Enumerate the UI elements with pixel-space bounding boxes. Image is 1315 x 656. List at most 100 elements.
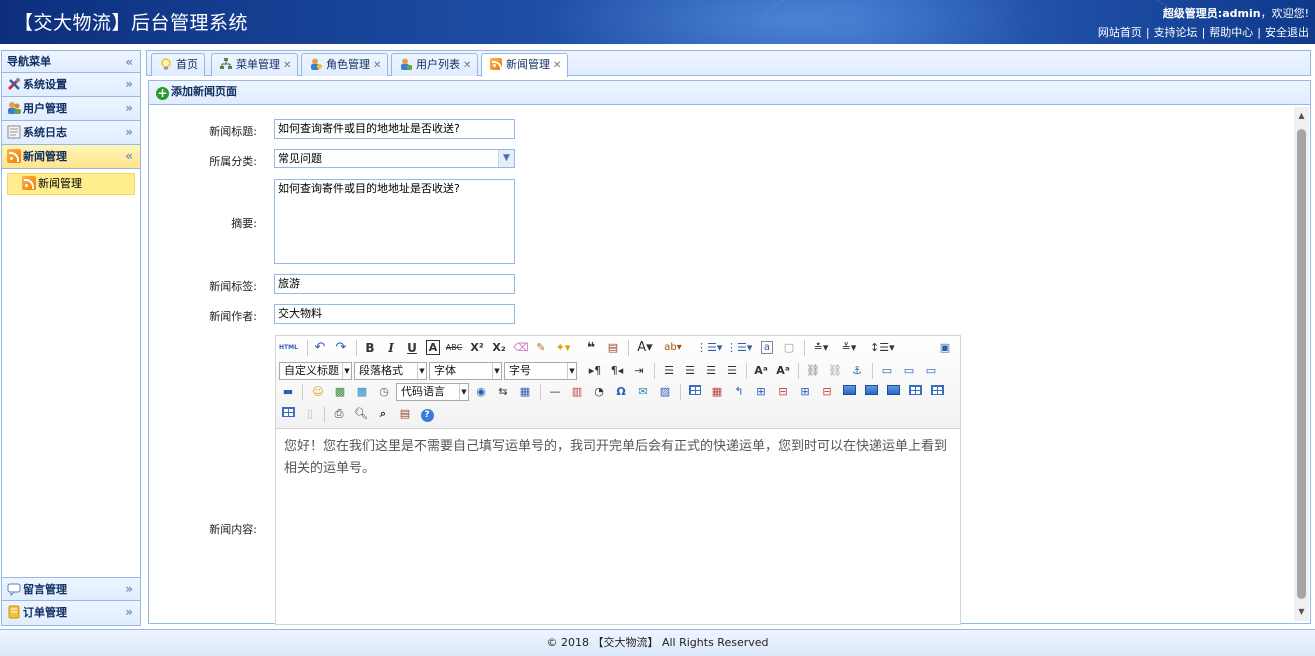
anchor-icon[interactable]: ⚓ [848,362,866,380]
highlight-color-icon[interactable]: ab▾ [664,339,682,357]
insert-row-icon[interactable]: ⊞ [752,383,770,401]
image-float-none-icon[interactable]: ▭ [878,362,896,380]
subscript-icon[interactable]: X₂ [490,339,508,357]
to-uppercase-icon[interactable]: Aᵃ [752,362,770,380]
ordered-list-icon[interactable]: ⋮☰▾ [696,339,722,357]
simple-upload-icon[interactable]: ▩ [331,383,349,401]
image-float-right-icon[interactable]: ▭ [922,362,940,380]
charts-icon[interactable]: ▯ [301,405,319,423]
scroll-down-icon[interactable]: ▼ [1294,605,1309,619]
category-select[interactable]: 常见问题 ▼ [274,149,515,168]
align-center-icon[interactable]: ☰ [681,362,699,380]
news-author-input[interactable]: 交大物料 [274,304,515,324]
merge-cells-icon[interactable] [840,383,858,401]
insert-frame-icon[interactable]: ◉ [472,383,490,401]
format-brush-icon[interactable]: ✎ [532,339,550,357]
insert-image-icon[interactable]: ▩ [353,383,371,401]
sidebar-group-orders[interactable]: 订单管理 » [2,601,140,625]
sidebar-group-system-log[interactable]: 系统日志 » [2,121,140,145]
word-image-icon[interactable]: ▨ [656,383,674,401]
search-replace-icon[interactable]: ⌕ [374,405,392,423]
summary-textarea[interactable]: 如何查询寄件或目的地地址是否收送? [274,179,515,264]
underline-icon[interactable]: U [403,339,421,357]
clear-doc-icon[interactable]: ▢ [780,339,798,357]
image-center-icon[interactable]: ▬ [279,383,297,401]
row-spacing-top-icon[interactable]: ≛▾ [812,339,830,357]
chevron-down-icon[interactable]: ▼ [498,150,514,167]
image-float-left-icon[interactable]: ▭ [900,362,918,380]
link-logout[interactable]: 安全退出 [1265,26,1309,39]
tab-home[interactable]: 首页 [151,53,205,76]
time-icon[interactable]: ◔ [590,383,608,401]
align-right-icon[interactable]: ☰ [702,362,720,380]
blockquote-icon[interactable]: ❝ [582,339,600,357]
link-site-home[interactable]: 网站首页 [1098,26,1142,39]
split-to-rows-icon[interactable] [928,383,946,401]
help-icon[interactable]: ? [418,405,436,423]
sidebar-group-messages[interactable]: 留言管理 » [2,577,140,601]
to-lowercase-icon[interactable]: Aᵃ [774,362,792,380]
merge-right-icon[interactable] [862,383,880,401]
ltr-direction-icon[interactable]: ▸¶ [586,362,604,380]
auto-format-icon[interactable]: ✦▾ [554,339,572,357]
close-tab-icon[interactable]: ✕ [283,60,291,71]
news-tags-input[interactable]: 旅游 [274,274,515,294]
close-tab-icon[interactable]: ✕ [373,60,381,71]
code-language-select[interactable]: 代码语言 ▼ [396,383,469,401]
split-to-cols-icon[interactable] [279,405,297,423]
indent-icon[interactable]: ⇥ [630,362,648,380]
delete-row-icon[interactable]: ⊟ [774,383,792,401]
font-size-select[interactable]: 字号 ▼ [504,362,577,380]
collapse-sidebar-icon[interactable]: « [125,51,133,73]
panel-scrollbar[interactable]: ▲ ▼ [1294,107,1309,621]
font-family-select[interactable]: 字体 ▼ [429,362,502,380]
emoticon-icon[interactable]: ☺ [309,383,327,401]
paste-plain-icon[interactable]: ▤ [604,339,622,357]
split-to-cells-icon[interactable] [906,383,924,401]
insert-table-icon[interactable] [686,383,704,401]
align-justify-icon[interactable]: ☰ [723,362,741,380]
font-border-icon[interactable]: A [424,339,442,357]
superscript-icon[interactable]: X² [468,339,486,357]
delete-table-icon[interactable]: ▦ [708,383,726,401]
print-icon[interactable]: ⎙ [330,405,348,423]
insert-paragraph-before-table-icon[interactable]: ↰ [730,383,748,401]
sidebar-group-user-management[interactable]: 用户管理 » [2,97,140,121]
drafts-icon[interactable]: ▤ [396,405,414,423]
horizontal-rule-icon[interactable]: — [546,383,564,401]
unlink-icon[interactable]: ⛓ [826,362,844,380]
date-icon[interactable]: ▥ [568,383,586,401]
sidebar-group-system-settings[interactable]: 系统设置 » [2,73,140,97]
bold-icon[interactable]: B [361,339,379,357]
special-chars-icon[interactable]: Ω [612,383,630,401]
row-spacing-bottom-icon[interactable]: ≚▾ [840,339,858,357]
editor-content[interactable]: 您好！您在我们这里是不需要自己填写运单号的，我司开完单后会有正式的快递运单，您到… [284,436,954,480]
merge-down-icon[interactable] [884,383,902,401]
html-source-button[interactable]: HTML [279,339,298,357]
tab-user-list[interactable]: 用户列表 ✕ [391,53,479,76]
link-help-center[interactable]: 帮助中心 [1209,26,1253,39]
tab-role-management[interactable]: 角色管理 ✕ [301,53,389,76]
line-height-icon[interactable]: ↕☰▾ [870,339,895,357]
select-all-icon[interactable]: a [758,339,776,357]
tab-menu-management[interactable]: 菜单管理 ✕ [211,53,299,76]
unordered-list-icon[interactable]: ⋮☰▾ [726,339,752,357]
sidebar-item-news-management[interactable]: 新闻管理 [7,173,135,195]
close-tab-icon[interactable]: ✕ [463,60,471,71]
align-left-icon[interactable]: ☰ [660,362,678,380]
eraser-icon[interactable]: ⌫ [512,339,530,357]
page-break-icon[interactable]: ⇆ [494,383,512,401]
redo-icon[interactable]: ↷ [332,339,350,357]
news-title-input[interactable]: 如何查询寄件或目的地地址是否收送? [274,119,515,139]
preview-icon[interactable]: 🔍︎ [352,405,370,423]
rtl-direction-icon[interactable]: ¶◂ [608,362,626,380]
close-tab-icon[interactable]: ✕ [553,60,561,71]
fullscreen-icon[interactable]: ▣ [936,339,954,357]
strikethrough-icon[interactable]: ABC [445,339,463,357]
template-icon[interactable]: ▦ [516,383,534,401]
map-icon[interactable]: ✉ [634,383,652,401]
paragraph-format-select[interactable]: 段落格式 ▼ [354,362,427,380]
undo-icon[interactable]: ↶ [311,339,329,357]
insert-video-icon[interactable]: ◷ [375,383,393,401]
link-icon[interactable]: ⛓ [804,362,822,380]
